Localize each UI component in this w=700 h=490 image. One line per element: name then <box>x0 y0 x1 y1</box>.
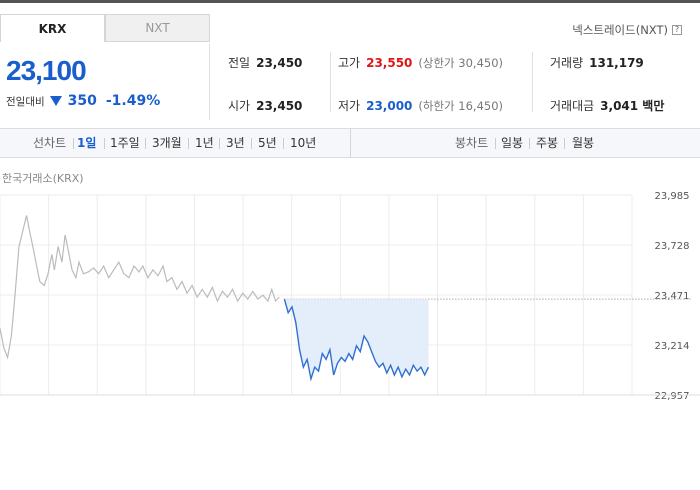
stat-high: 고가 23,550 (상한가 30,450) <box>338 54 503 71</box>
divider <box>330 52 331 112</box>
upper-limit: (상한가 30,450) <box>418 56 504 70</box>
stat-value: 3,041 백만 <box>600 99 665 113</box>
stat-label: 시가 <box>228 99 251 113</box>
period-5y[interactable]: 5년 <box>258 129 277 157</box>
stat-label: 거래대금 <box>550 99 595 113</box>
separator <box>495 138 496 149</box>
candle-monthly[interactable]: 월봉 <box>572 129 594 157</box>
period-1y[interactable]: 1년 <box>195 129 214 157</box>
period-1w[interactable]: 1주일 <box>110 129 140 157</box>
separator <box>73 138 74 149</box>
y-tick-label: 23,471 <box>655 291 690 302</box>
period-1d[interactable]: 1일 <box>77 129 96 157</box>
down-arrow-icon <box>49 96 62 106</box>
stat-prev-close: 전일 23,450 <box>228 54 302 71</box>
price-change-row: 전일대비 350 -1.49% <box>6 93 160 109</box>
y-tick-label: 23,985 <box>655 191 690 202</box>
history-line <box>0 215 280 360</box>
candle-weekly[interactable]: 주봉 <box>536 129 558 157</box>
separator <box>104 138 105 149</box>
candle-chart-label: 봉차트 <box>455 136 489 150</box>
y-tick-label: 23,728 <box>655 241 690 252</box>
separator <box>564 138 565 149</box>
candle-daily[interactable]: 일봉 <box>501 129 523 157</box>
separator <box>219 138 220 149</box>
separator <box>188 138 189 149</box>
intraday-chart: 23,98523,72823,47123,21422,957 <box>0 191 700 400</box>
chart-source-label: 한국거래소(KRX) <box>2 172 84 185</box>
divider <box>532 52 533 112</box>
change-percent: -1.49% <box>105 93 161 109</box>
separator <box>283 138 284 149</box>
period-bar: 선차트 1일 1주일 3개월 1년 3년 5년 10년 봉차트 일봉 주봉 월봉 <box>0 128 700 158</box>
period-3y[interactable]: 3년 <box>226 129 245 157</box>
stat-label: 거래량 <box>550 56 584 70</box>
separator <box>145 138 146 149</box>
y-tick-label: 23,214 <box>655 341 690 352</box>
tab-krx[interactable]: KRX <box>0 14 105 42</box>
bar-divider <box>350 129 351 157</box>
lower-limit: (하한가 16,450) <box>418 99 504 113</box>
period-10y[interactable]: 10년 <box>290 129 316 157</box>
today-area <box>284 299 429 379</box>
nxt-link-label: 넥스트레이드(NXT) <box>572 23 668 37</box>
stat-volume: 거래량 131,179 <box>550 54 644 71</box>
stat-low: 저가 23,000 (하한가 16,450) <box>338 97 503 114</box>
stat-label: 저가 <box>338 99 361 113</box>
top-border <box>0 0 700 3</box>
nxt-link[interactable]: 넥스트레이드(NXT) ? <box>572 22 682 38</box>
separator <box>529 138 530 149</box>
divider <box>209 44 210 120</box>
stat-turnover: 거래대금 3,041 백만 <box>550 97 664 114</box>
change-label: 전일대비 <box>6 95 45 108</box>
period-3m[interactable]: 3개월 <box>152 129 182 157</box>
stat-value: 23,450 <box>256 56 303 70</box>
tab-nxt[interactable]: NXT <box>105 14 210 42</box>
stat-label: 고가 <box>338 56 361 70</box>
change-amount: 350 <box>67 93 97 109</box>
line-chart-label: 선차트 <box>33 136 67 150</box>
stat-label: 전일 <box>228 56 251 70</box>
stat-value: 23,000 <box>366 99 413 113</box>
separator <box>251 138 252 149</box>
stat-value: 23,450 <box>256 99 303 113</box>
stat-open: 시가 23,450 <box>228 97 302 114</box>
stat-value: 23,550 <box>366 56 413 70</box>
current-price: 23,100 <box>6 55 87 86</box>
help-icon[interactable]: ? <box>672 25 682 35</box>
stat-value: 131,179 <box>589 56 644 70</box>
